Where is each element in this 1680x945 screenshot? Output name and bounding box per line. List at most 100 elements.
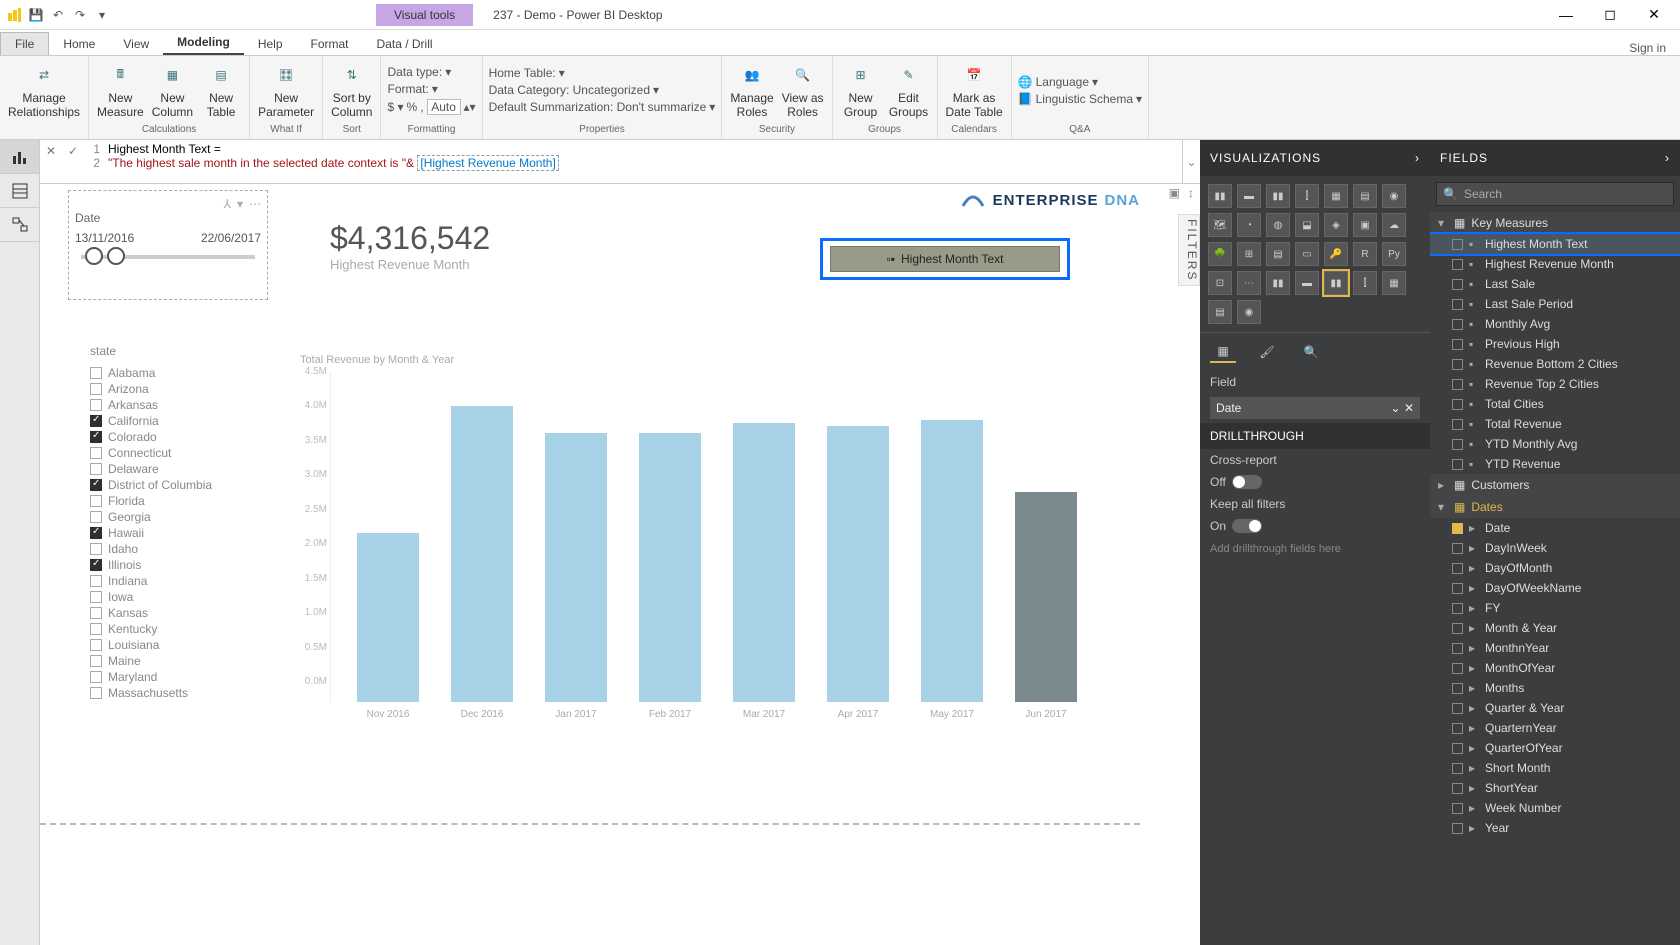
checkbox-icon[interactable]	[90, 447, 102, 459]
table-key-measures[interactable]: ▾▦Key Measures	[1430, 212, 1680, 234]
chart-bar[interactable]	[545, 433, 607, 702]
state-option[interactable]: Arizona	[90, 382, 270, 396]
field-checkbox[interactable]	[1452, 459, 1463, 470]
checkbox-icon[interactable]	[90, 399, 102, 411]
field-item[interactable]: ▪Last Sale Period	[1430, 294, 1680, 314]
table-dates[interactable]: ▾▦Dates	[1430, 496, 1680, 518]
field-item[interactable]: ▪Last Sale	[1430, 274, 1680, 294]
tab-home[interactable]: Home	[49, 33, 109, 55]
data-view-button[interactable]	[0, 174, 39, 208]
state-option[interactable]: Florida	[90, 494, 270, 508]
visual-type-button[interactable]: ▤	[1353, 184, 1377, 208]
slider-handle-end[interactable]	[107, 247, 125, 265]
decimal-spinner[interactable]: ▴▾	[464, 100, 476, 114]
qat-dropdown-icon[interactable]: ▾	[94, 7, 110, 23]
tab-help[interactable]: Help	[244, 33, 297, 55]
state-option[interactable]: Connecticut	[90, 446, 270, 460]
field-checkbox[interactable]	[1452, 703, 1463, 714]
report-canvas[interactable]: ▣ ↕ FILTERS ENTERPRISE DNA ⅄ ▾ ⋯ Date 13…	[40, 184, 1200, 945]
model-view-button[interactable]	[0, 208, 39, 242]
field-item[interactable]: ▸FY	[1430, 598, 1680, 618]
field-checkbox[interactable]	[1452, 339, 1463, 350]
field-checkbox[interactable]	[1452, 319, 1463, 330]
slicer-more-icon[interactable]: ⋯	[249, 197, 261, 211]
checkbox-icon[interactable]	[90, 687, 102, 699]
field-well-remove-icon[interactable]: ✕	[1404, 401, 1414, 415]
sign-in-link[interactable]: Sign in	[1629, 41, 1680, 55]
visual-type-button[interactable]: ⋯	[1237, 271, 1261, 295]
kpi-card[interactable]: $4,316,542 Highest Revenue Month	[330, 220, 490, 272]
field-item[interactable]: ▪YTD Revenue	[1430, 454, 1680, 474]
state-option[interactable]: Indiana	[90, 574, 270, 588]
visual-type-button[interactable]: ▬	[1295, 271, 1319, 295]
field-item[interactable]: ▸DayOfWeekName	[1430, 578, 1680, 598]
date-slicer[interactable]: ⅄ ▾ ⋯ Date 13/11/2016 22/06/2017	[68, 190, 268, 300]
date-start[interactable]: 13/11/2016	[75, 231, 134, 245]
checkbox-icon[interactable]	[90, 575, 102, 587]
fields-pane-collapse-icon[interactable]: ›	[1665, 151, 1670, 165]
visual-type-button[interactable]: 🌳	[1208, 242, 1232, 266]
manage-roles-button[interactable]: 👥Manage Roles	[728, 59, 775, 121]
field-checkbox[interactable]	[1452, 803, 1463, 814]
field-checkbox[interactable]	[1452, 823, 1463, 834]
field-item[interactable]: ▸Year	[1430, 818, 1680, 838]
field-well-chevron-icon[interactable]: ⌄	[1391, 401, 1401, 415]
state-option[interactable]: Georgia	[90, 510, 270, 524]
selected-card-visual[interactable]: ▫▪ Highest Month Text	[820, 238, 1070, 280]
new-group-button[interactable]: ⊞New Group	[839, 59, 883, 121]
field-well[interactable]: Date ⌄ ✕	[1210, 397, 1420, 419]
field-item[interactable]: ▸ShortYear	[1430, 778, 1680, 798]
new-column-button[interactable]: ▦New Column	[150, 59, 195, 121]
date-end[interactable]: 22/06/2017	[201, 231, 261, 245]
vis-pane-collapse-icon[interactable]: ›	[1415, 151, 1420, 165]
new-measure-button[interactable]: 🖩New Measure	[95, 59, 146, 121]
field-checkbox[interactable]	[1452, 743, 1463, 754]
checkbox-icon[interactable]	[90, 639, 102, 651]
checkbox-icon[interactable]	[90, 671, 102, 683]
slicer-dropdown-icon[interactable]: ▾	[237, 197, 243, 211]
mark-as-date-table-button[interactable]: 📅Mark as Date Table	[944, 59, 1005, 121]
checkbox-icon[interactable]	[90, 367, 102, 379]
field-checkbox[interactable]	[1452, 239, 1463, 250]
chart-bar[interactable]	[357, 533, 419, 702]
visual-type-button[interactable]: ▦	[1382, 271, 1406, 295]
drill-up-icon[interactable]: ▣	[1169, 186, 1180, 200]
field-item[interactable]: ▪Highest Revenue Month	[1430, 254, 1680, 274]
checkbox-icon[interactable]	[90, 415, 102, 427]
chart-bar[interactable]	[639, 433, 701, 702]
visual-type-button[interactable]: 🗺	[1208, 213, 1232, 237]
chart-bar[interactable]	[1015, 492, 1077, 702]
date-slider-track[interactable]	[81, 255, 255, 259]
state-slicer[interactable]: state AlabamaArizonaArkansasCaliforniaCo…	[90, 344, 270, 702]
close-button[interactable]: ✕	[1636, 3, 1672, 27]
state-option[interactable]: Alabama	[90, 366, 270, 380]
state-option[interactable]: Kentucky	[90, 622, 270, 636]
state-option[interactable]: Iowa	[90, 590, 270, 604]
state-option[interactable]: Colorado	[90, 430, 270, 444]
state-option[interactable]: Delaware	[90, 462, 270, 476]
field-item[interactable]: ▸MonthOfYear	[1430, 658, 1680, 678]
field-checkbox[interactable]	[1452, 259, 1463, 270]
analytics-tab-icon[interactable]: 🔍	[1298, 341, 1324, 363]
state-option[interactable]: Maryland	[90, 670, 270, 684]
visual-type-button[interactable]: ◍	[1266, 213, 1290, 237]
format-tab-icon[interactable]: 🖌	[1254, 341, 1280, 363]
new-table-button[interactable]: ▤New Table	[199, 59, 243, 121]
checkbox-icon[interactable]	[90, 559, 102, 571]
field-checkbox[interactable]	[1452, 359, 1463, 370]
decimal-places-input[interactable]: Auto	[427, 99, 461, 115]
currency-button[interactable]: $ ▾	[387, 100, 403, 114]
cross-report-toggle[interactable]	[1232, 475, 1262, 489]
checkbox-icon[interactable]	[90, 623, 102, 635]
slider-handle-start[interactable]	[85, 247, 103, 265]
visual-type-button[interactable]: ▦	[1324, 184, 1348, 208]
checkbox-icon[interactable]	[90, 607, 102, 619]
save-icon[interactable]: 💾	[28, 7, 44, 23]
checkbox-icon[interactable]	[90, 591, 102, 603]
fields-tab-icon[interactable]: ▦	[1210, 341, 1236, 363]
formula-expand-icon[interactable]: ⌄	[1182, 140, 1200, 184]
formula-commit-icon[interactable]: ✓	[64, 142, 82, 160]
field-item[interactable]: ▸QuarterOfYear	[1430, 738, 1680, 758]
field-checkbox[interactable]	[1452, 623, 1463, 634]
drill-mode-icon[interactable]: ↕	[1188, 186, 1194, 200]
